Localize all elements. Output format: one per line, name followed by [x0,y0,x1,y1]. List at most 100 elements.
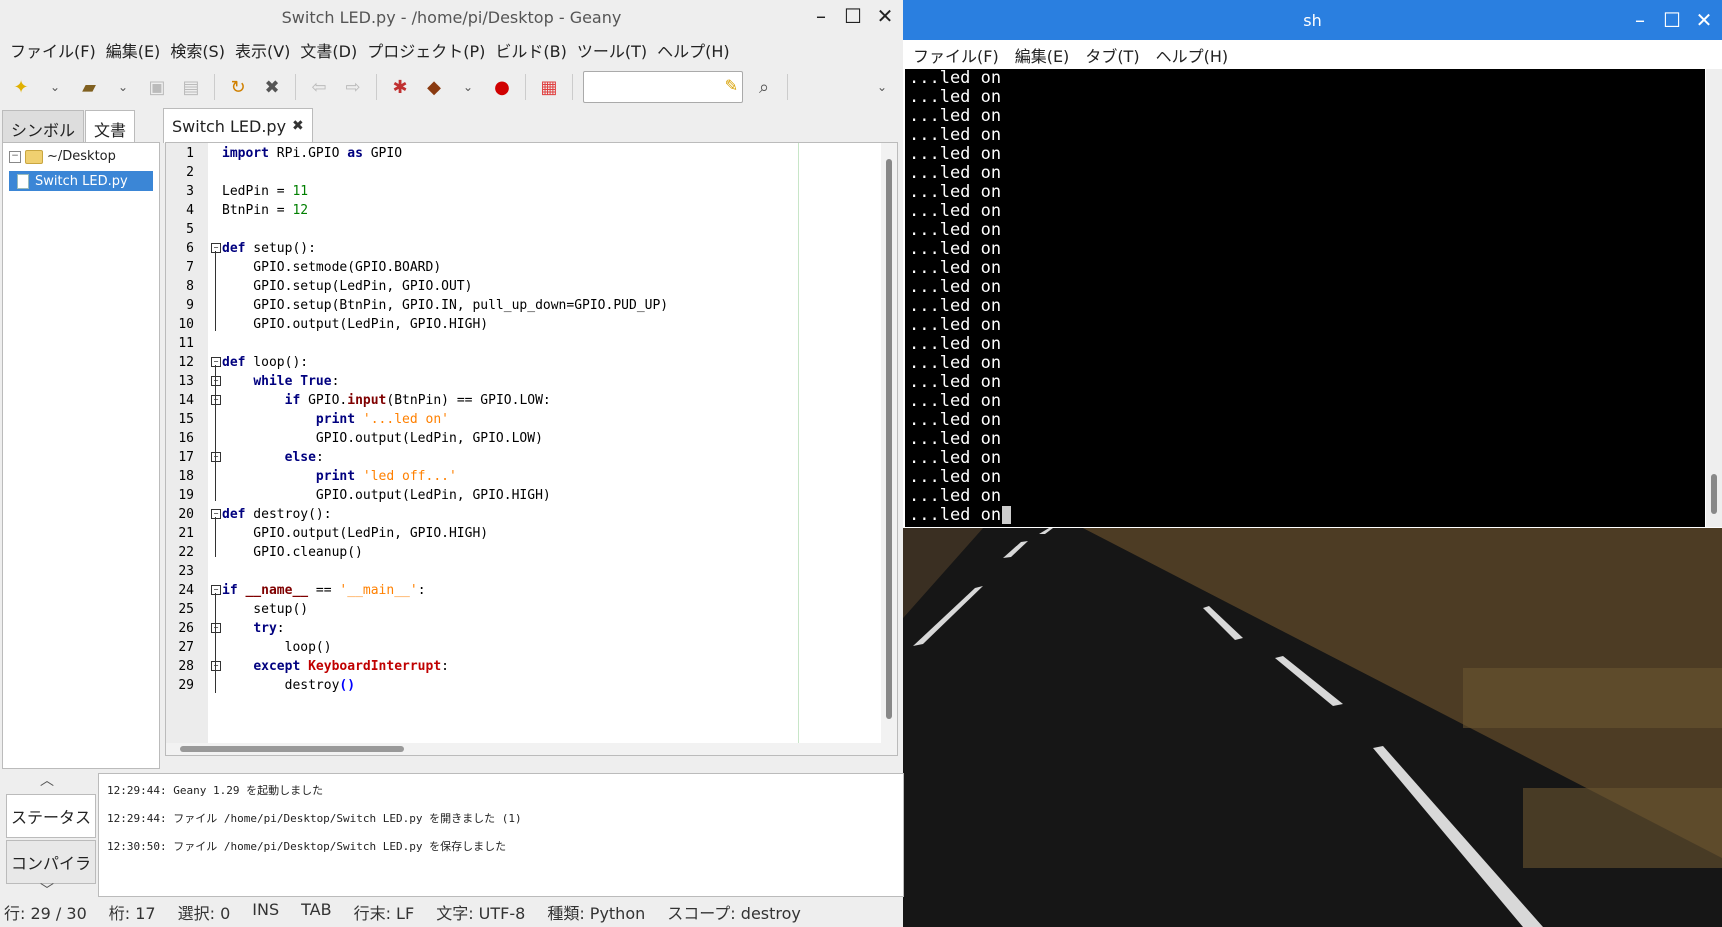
scrollbar-thumb[interactable] [180,746,404,752]
menu-edit[interactable]: 編集(E) [1013,41,1084,67]
minimize-icon[interactable]: – [1628,8,1652,32]
terminal-line: ...led on [909,258,1002,278]
geany-window: Switch LED.py - /home/pi/Desktop - Geany… [0,0,904,927]
build-icon[interactable]: ◆ [421,74,447,100]
maximize-icon[interactable]: ☐ [841,4,865,28]
color-chooser-icon[interactable]: ▦ [536,74,562,100]
menu-tools[interactable]: ツール(T) [575,36,655,62]
editor-horizontal-scrollbar[interactable] [166,743,897,755]
close-window-icon[interactable]: ✕ [873,4,897,28]
scrollbar-thumb[interactable] [1711,474,1717,514]
terminal-output[interactable]: ...led on ...led on ...led on ...led on ...l… [905,69,1705,527]
menu-help[interactable]: ヘルプ(H) [1154,41,1243,67]
menu-tabs[interactable]: タブ(T) [1083,41,1153,67]
menu-view[interactable]: 表示(V) [233,36,298,62]
code-line: 6− def setup(): [186,241,316,256]
terminal-line: ...led on [909,144,1002,164]
menu-file[interactable]: ファイル(F) [8,36,104,62]
terminal-cursor [1002,506,1012,524]
open-file-dropdown-icon[interactable]: ⌄ [110,74,136,100]
open-file-icon[interactable]: ▰ [76,74,102,100]
close-window-icon[interactable]: ✕ [1692,8,1716,32]
menu-project[interactable]: プロジェクト(P) [365,36,493,62]
toolbar-separator [376,74,377,100]
fold-icon[interactable]: − [211,357,221,367]
terminal-line: ...led on [909,353,1002,373]
menu-search[interactable]: 検索(S) [168,36,233,62]
fold-icon[interactable]: − [211,243,221,253]
sidebar-tabs: シンボル 文書 [2,110,136,142]
menu-edit[interactable]: 編集(E) [104,36,169,62]
scrollbar-thumb[interactable] [886,159,892,719]
code-line: 20− def destroy(): [178,507,332,522]
chevron-down-icon[interactable]: ﹀ [40,880,54,900]
back-icon[interactable]: ⇦ [306,74,332,100]
forward-icon[interactable]: ⇨ [340,74,366,100]
close-icon[interactable]: ✖ [259,74,285,100]
save-icon[interactable]: ▣ [144,74,170,100]
maximize-icon[interactable]: ☐ [1660,8,1684,32]
menu-file[interactable]: ファイル(F) [911,41,1013,67]
code-line: 23 [178,564,194,579]
code-line: 19 GPIO.output(LedPin, GPIO.HIGH) [178,488,551,503]
terminal-line: ...led on [909,220,1002,240]
code-line: 12− def loop(): [178,355,309,370]
terminal-line: ...led on [909,372,1002,392]
tab-status[interactable]: ステータス [6,794,96,838]
compile-icon[interactable]: ✱ [387,74,413,100]
menu-help[interactable]: ヘルプ(H) [655,36,738,62]
minimize-icon[interactable]: – [809,4,833,28]
tab-symbols[interactable]: シンボル [2,110,85,142]
folder-icon [25,149,43,164]
fold-icon[interactable]: − [211,509,221,519]
tree-folder-label: ~/Desktop [47,149,116,164]
code-line: 21 GPIO.output(LedPin, GPIO.HIGH) [178,526,489,541]
status-message: 12:29:44: ファイル /home/pi/Desktop/Switch L… [107,812,522,825]
menu-build[interactable]: ビルド(B) [493,36,574,62]
toolbar-overflow-icon[interactable]: ⌄ [869,74,895,100]
fold-icon[interactable]: − [211,661,221,671]
fold-icon[interactable]: − [211,395,221,405]
new-file-icon[interactable]: ✦ [8,74,34,100]
code-line: 14− if GPIO.input(BtnPin) == GPIO.LOW: [178,393,551,408]
tab-documents[interactable]: 文書 [85,110,136,142]
close-tab-icon[interactable]: ✖ [292,118,304,134]
tab-compiler[interactable]: コンパイラ [6,840,96,884]
tree-folder[interactable]: − ~/Desktop [9,149,116,164]
tree-file-label: Switch LED.py [35,173,128,189]
fold-icon[interactable]: − [211,452,221,462]
revert-icon[interactable]: ↻ [225,74,251,100]
menu-document[interactable]: 文書(D) [298,36,365,62]
terminal-scrollbar[interactable] [1706,69,1722,527]
code-line: 2 [186,165,194,180]
code-line: 1 import RPi.GPIO as GPIO [186,146,403,161]
terminal-window: sh – ☐ ✕ ファイル(F) 編集(E) タブ(T) ヘルプ(H) ...l… [903,0,1722,528]
fold-guide [215,517,216,557]
status-scope: スコープ: destroy [667,904,801,923]
fold-icon[interactable]: − [211,623,221,633]
toolbar-separator [295,74,296,100]
run-icon[interactable]: ● [489,74,515,100]
collapse-icon[interactable]: − [9,150,21,163]
new-file-dropdown-icon[interactable]: ⌄ [42,74,68,100]
code-line: 16 GPIO.output(LedPin, GPIO.LOW) [178,431,543,446]
tree-file-item[interactable]: Switch LED.py [9,171,153,191]
editor-tab-label: Switch LED.py [172,116,287,136]
geany-titlebar: Switch LED.py - /home/pi/Desktop - Geany [0,0,903,34]
code-line: 29 destroy() [178,678,356,693]
editor-vertical-scrollbar[interactable] [881,143,897,755]
search-input[interactable]: ✎ [583,71,743,103]
chevron-up-icon[interactable]: ︿ [40,770,54,790]
save-all-icon[interactable]: ▤ [178,74,204,100]
terminal-line: ...led on [909,69,1002,88]
fold-icon[interactable]: − [211,376,221,386]
terminal-line: ...led on [909,106,1002,126]
broom-icon[interactable]: ✎ [725,76,738,95]
build-dropdown-icon[interactable]: ⌄ [455,74,481,100]
code-editor[interactable]: 1 import RPi.GPIO as GPIO 2 3 LedPin = 11 … [165,142,898,756]
status-line: 行: 29 / 30 [4,904,87,923]
editor-tab[interactable]: Switch LED.py ✖ [163,108,313,143]
fold-icon[interactable]: − [211,585,221,595]
code-line: 9 GPIO.setup(BtnPin, GPIO.IN, pull_up_do… [186,298,669,313]
search-icon[interactable]: ⌕ [751,74,777,100]
